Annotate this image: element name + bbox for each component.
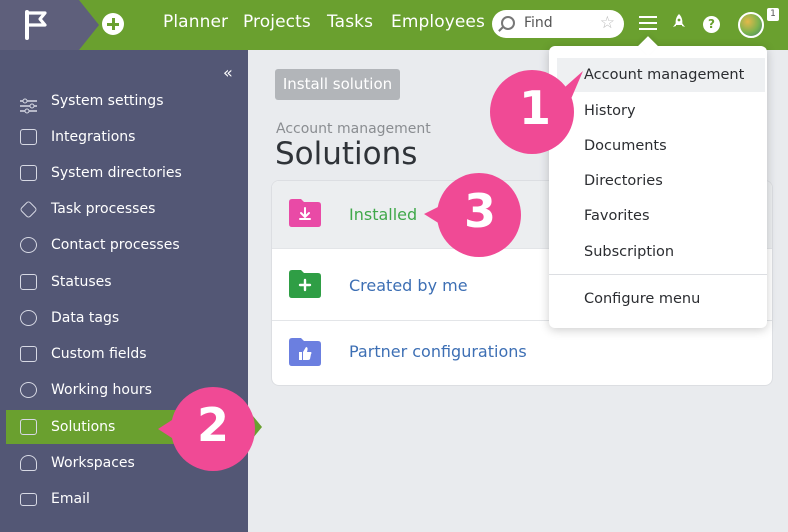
page-title: Solutions xyxy=(275,136,418,172)
sidebar-item-system-directories[interactable]: System directories xyxy=(6,156,248,190)
statuses-icon xyxy=(20,274,37,290)
integrations-icon xyxy=(20,129,37,145)
flag-logo-icon xyxy=(25,10,47,40)
sidebar-item-task-processes[interactable]: Task processes xyxy=(6,192,248,226)
menu-item-account-management[interactable]: Account management xyxy=(557,58,765,92)
nav-planner[interactable]: Planner xyxy=(163,12,228,32)
search-input[interactable]: Find ☆ xyxy=(492,10,624,38)
menu-item-subscription[interactable]: Subscription xyxy=(557,235,765,269)
nav-tasks[interactable]: Tasks xyxy=(327,12,373,32)
menu-item-favorites[interactable]: Favorites xyxy=(557,199,765,233)
search-icon xyxy=(501,16,515,30)
breadcrumb[interactable]: Account management xyxy=(276,121,431,137)
help-icon[interactable]: ? xyxy=(703,16,720,33)
sidebar-item-contact-processes[interactable]: Contact processes xyxy=(6,228,248,262)
avatar[interactable] xyxy=(738,12,764,38)
tag-icon xyxy=(20,310,37,326)
solutions-icon xyxy=(20,419,37,435)
search-placeholder: Find xyxy=(524,15,553,31)
sliders-icon xyxy=(20,93,37,114)
contact-process-icon xyxy=(20,237,37,253)
menu-item-configure-menu[interactable]: Configure menu xyxy=(557,282,765,316)
step-marker-1: 1 xyxy=(487,67,583,154)
sidebar-item-statuses[interactable]: Statuses xyxy=(6,265,248,299)
install-solution-button[interactable]: Install solution xyxy=(275,69,400,100)
directories-icon xyxy=(20,165,37,181)
partner-configurations-label: Partner configurations xyxy=(349,342,527,361)
thumbs-up-folder-icon xyxy=(289,338,321,366)
menu-item-directories[interactable]: Directories xyxy=(557,164,765,198)
mail-icon xyxy=(20,493,37,506)
created-by-me-label: Created by me xyxy=(349,276,468,295)
list-item-partner-configurations[interactable]: Partner configurations xyxy=(272,321,772,385)
menu-divider xyxy=(549,274,767,275)
installed-label: Installed xyxy=(349,205,418,224)
task-process-icon xyxy=(19,200,38,219)
menu-icon[interactable] xyxy=(639,16,657,30)
sidebar-item-custom-fields[interactable]: Custom fields xyxy=(6,337,248,371)
sidebar-item-data-tags[interactable]: Data tags xyxy=(6,301,248,335)
sidebar-item-integrations[interactable]: Integrations xyxy=(6,120,248,154)
clock-icon xyxy=(20,382,37,398)
fields-icon xyxy=(20,346,37,362)
step-marker-2: 2 xyxy=(158,384,255,471)
top-bar: Planner Projects Tasks Employees Find ☆ … xyxy=(0,0,788,50)
logo-chevron xyxy=(73,0,99,50)
nav-employees[interactable]: Employees xyxy=(391,12,485,32)
step-marker-3: 3 xyxy=(420,170,521,257)
sidebar-item-email[interactable]: Email xyxy=(6,482,248,516)
menu-item-history[interactable]: History xyxy=(557,94,765,128)
create-icon[interactable] xyxy=(102,13,124,35)
logo[interactable] xyxy=(0,0,79,50)
rocket-icon[interactable] xyxy=(672,13,686,35)
sidebar-item-system-settings[interactable]: System settings xyxy=(6,84,248,118)
nav-projects[interactable]: Projects xyxy=(243,12,311,32)
download-folder-icon xyxy=(289,199,321,227)
star-icon[interactable]: ☆ xyxy=(600,13,615,33)
collapse-sidebar-icon[interactable]: « xyxy=(223,63,233,82)
rocket-icon xyxy=(20,455,37,471)
menu-item-documents[interactable]: Documents xyxy=(557,129,765,163)
notification-badge: 1 xyxy=(767,8,779,21)
add-folder-icon xyxy=(289,270,321,298)
